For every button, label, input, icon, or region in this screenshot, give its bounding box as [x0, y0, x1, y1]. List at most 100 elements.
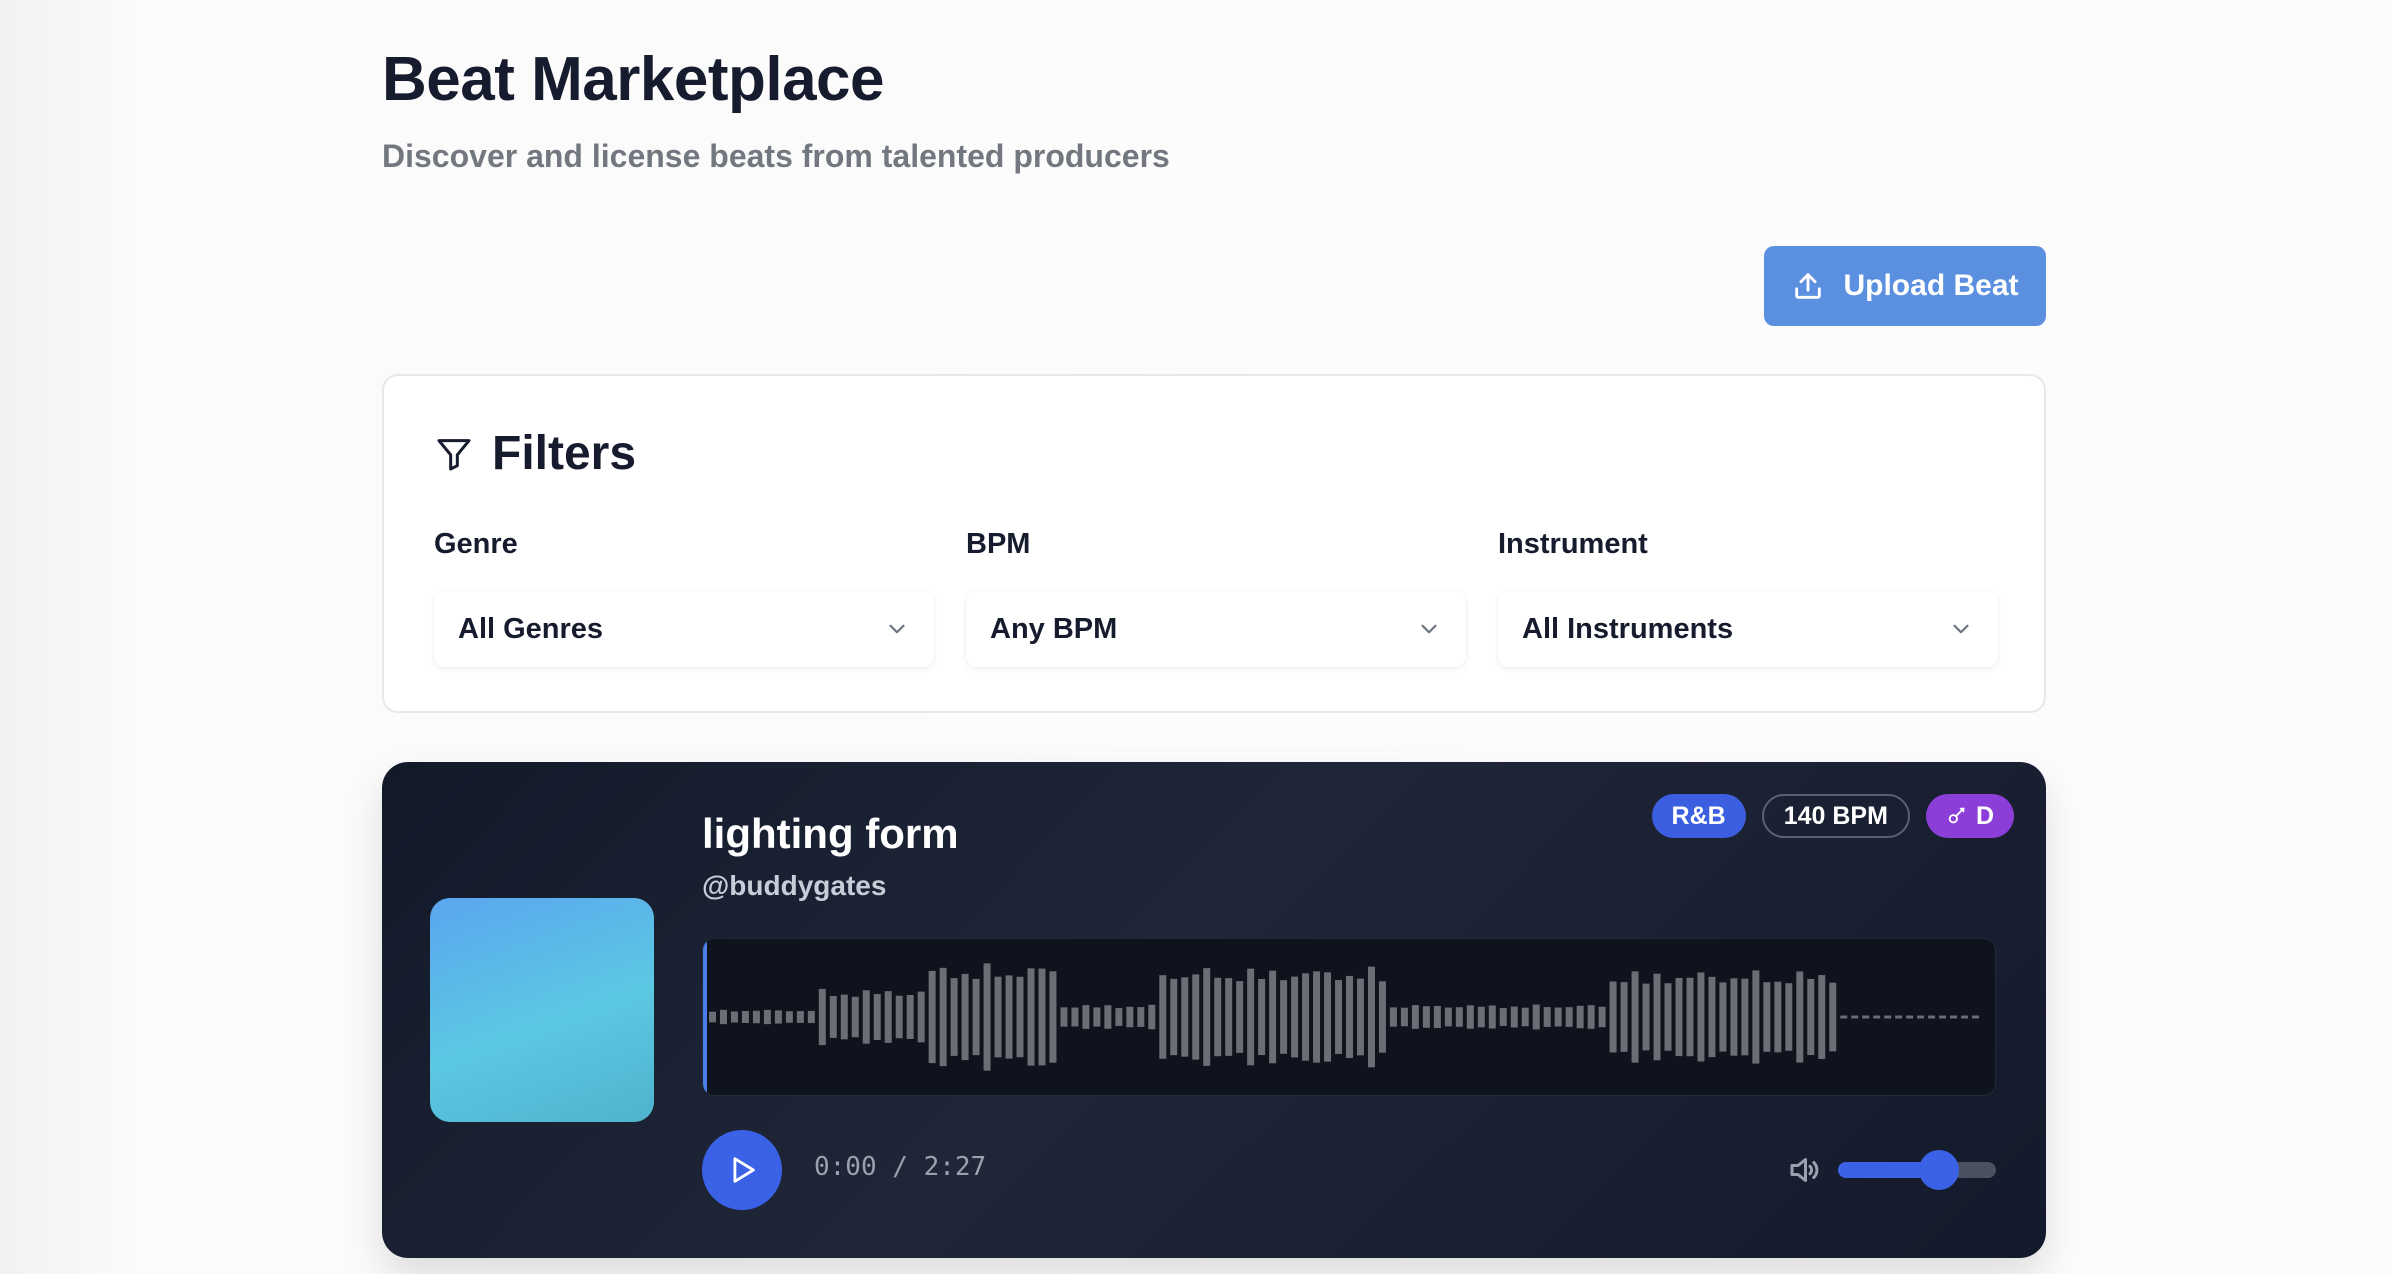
waveform-bar [939, 967, 947, 1067]
waveform[interactable] [702, 938, 1996, 1096]
waveform-bar [972, 978, 980, 1056]
page-title: Beat Marketplace [382, 45, 885, 114]
playhead[interactable] [703, 939, 707, 1095]
waveform-bar [741, 1011, 749, 1023]
filter-icon [437, 438, 471, 470]
genre-select[interactable]: All Genres [434, 591, 934, 667]
waveform-bar [1455, 1007, 1463, 1027]
genre-badge: R&B [1651, 794, 1746, 838]
waveform-bar [1159, 975, 1167, 1059]
waveform-bar [1291, 976, 1299, 1058]
filters-title: Filters [492, 427, 637, 480]
volume-icon[interactable] [1786, 1152, 1822, 1188]
genre-filter: Genre All Genres [434, 528, 934, 667]
playback-time: 0:00 / 2:27 [814, 1152, 987, 1182]
waveform-bar [1631, 971, 1639, 1063]
waveform-bar [1181, 977, 1189, 1057]
upload-beat-button[interactable]: Upload Beat [1764, 246, 2046, 326]
waveform-bar [1302, 973, 1310, 1061]
waveform-bar [1719, 982, 1727, 1052]
waveform-bar [983, 963, 991, 1071]
waveform-bar [1367, 966, 1375, 1068]
waveform-bar [1884, 1015, 1892, 1019]
waveform-bar [1071, 1007, 1079, 1027]
bpm-badge: 140 BPM [1761, 794, 1910, 838]
waveform-bar [1225, 978, 1233, 1056]
waveform-bar [862, 990, 870, 1044]
waveform-bar [1049, 971, 1057, 1063]
volume-thumb[interactable] [1919, 1150, 1960, 1190]
instrument-select[interactable]: All Instruments [1498, 591, 1998, 667]
beat-cover-art [430, 898, 654, 1122]
waveform-bars [708, 963, 1980, 1071]
bpm-select[interactable]: Any BPM [966, 591, 1466, 667]
beat-title: lighting form [702, 810, 959, 857]
waveform-bar [1686, 977, 1694, 1057]
genre-label: Genre [434, 528, 518, 560]
waveform-bar [1554, 1007, 1562, 1027]
waveform-bar [1433, 1005, 1441, 1029]
waveform-bar [1939, 1015, 1947, 1019]
waveform-bar [1247, 968, 1255, 1066]
waveform-bar [1137, 1007, 1145, 1027]
waveform-bar [1961, 1015, 1969, 1019]
waveform-bar [1356, 978, 1364, 1056]
beat-card: lighting form @buddygates R&B 140 BPM D … [382, 762, 2046, 1258]
page: Beat Marketplace Discover and license be… [0, 0, 2392, 1274]
waveform-bar [1763, 982, 1771, 1052]
waveform-bar [1400, 1007, 1408, 1027]
play-button[interactable] [702, 1130, 782, 1210]
waveform-bar [928, 970, 936, 1064]
waveform-bar [1818, 975, 1826, 1059]
waveform-bar [1027, 968, 1035, 1066]
waveform-bar [1148, 1004, 1156, 1030]
waveform-bar [917, 991, 925, 1043]
volume-slider[interactable] [1838, 1150, 1996, 1190]
waveform-bar [1104, 1005, 1112, 1029]
waveform-bar [1873, 1015, 1881, 1019]
waveform-bar [994, 976, 1002, 1058]
waveform-bar [1774, 981, 1782, 1053]
waveform-bar [1389, 1007, 1397, 1027]
waveform-bar [1093, 1007, 1101, 1027]
waveform-bar [796, 1011, 804, 1023]
waveform-bar [1378, 981, 1386, 1053]
waveform-bar [1016, 976, 1024, 1058]
bpm-select-value: Any BPM [990, 612, 1118, 645]
upload-icon [1795, 273, 1822, 299]
beat-producer[interactable]: @buddygates [702, 870, 886, 902]
waveform-bar [1708, 976, 1716, 1058]
waveform-bar [1324, 972, 1332, 1062]
waveform-bar [1851, 1015, 1859, 1019]
filters-header: Filters [434, 426, 636, 481]
bpm-filter: BPM Any BPM [966, 528, 1466, 667]
waveform-bar [752, 1010, 760, 1024]
filters-panel: Filters Genre All Genres BPM Any BPM Ins… [382, 374, 2046, 713]
waveform-bar [1521, 1007, 1529, 1027]
waveform-bar [1950, 1015, 1958, 1019]
chevron-down-icon [1953, 624, 1969, 634]
waveform-bar [1477, 1006, 1485, 1028]
waveform-bar [1697, 972, 1705, 1062]
waveform-bar [719, 1009, 727, 1025]
waveform-bar [807, 1010, 815, 1024]
waveform-bar [829, 996, 837, 1038]
waveform-bar [1269, 970, 1277, 1064]
waveform-bar [1170, 978, 1178, 1056]
waveform-bar [1796, 971, 1804, 1063]
chevron-down-icon [1421, 624, 1437, 634]
waveform-bar [1807, 978, 1815, 1056]
waveform-bar [1258, 978, 1266, 1056]
waveform-bar [1060, 1007, 1068, 1027]
waveform-bar [1499, 1008, 1507, 1026]
waveform-bar [1192, 974, 1200, 1060]
waveform-bar [1005, 975, 1013, 1059]
waveform-bar [763, 1009, 771, 1025]
waveform-bar [1038, 968, 1046, 1066]
waveform-bar [1653, 973, 1661, 1061]
waveform-bar [906, 994, 914, 1040]
waveform-bar [1620, 982, 1628, 1052]
waveform-bar [895, 995, 903, 1039]
waveform-bar [1840, 1015, 1848, 1019]
waveform-bar [1664, 983, 1672, 1051]
